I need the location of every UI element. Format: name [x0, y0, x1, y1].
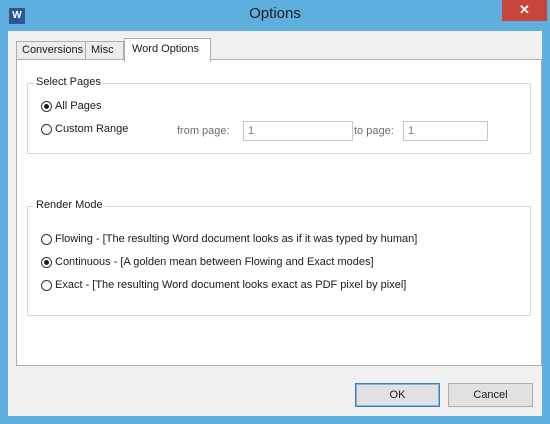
render-mode-group: Render Mode Flowing - [The resulting Wor… [27, 199, 531, 316]
cancel-button[interactable]: Cancel [448, 383, 533, 407]
continuous-option[interactable]: Continuous - [A golden mean between Flow… [41, 256, 374, 268]
all-pages-option[interactable]: All Pages [41, 100, 101, 112]
close-button[interactable]: ✕ [502, 0, 547, 21]
custom-range-option[interactable]: Custom Range [41, 123, 128, 135]
continuous-radio[interactable] [41, 256, 52, 268]
to-page-field[interactable]: 1 [403, 121, 488, 141]
window-title: Options [249, 5, 301, 22]
flowing-radio[interactable] [41, 233, 52, 245]
ok-button[interactable]: OK [355, 383, 440, 407]
render-mode-label: Render Mode [34, 199, 105, 211]
all-pages-radio[interactable] [41, 100, 52, 112]
tab-misc[interactable]: Misc [85, 41, 124, 60]
from-page-field[interactable]: 1 [243, 121, 353, 141]
options-dialog: W Options ✕ Conversions Misc Word Option… [0, 0, 550, 424]
tab-word-options[interactable]: Word Options [124, 38, 211, 62]
from-page-label: from page: [177, 125, 230, 137]
to-page-label: to page: [354, 125, 394, 137]
select-pages-label: Select Pages [34, 76, 103, 88]
tab-conversions[interactable]: Conversions [16, 41, 86, 60]
word-options-panel: Select Pages All Pages Custom Range from… [16, 59, 542, 366]
dialog-client-area: Conversions Misc Word Options Select Pag… [8, 31, 542, 416]
flowing-option[interactable]: Flowing - [The resulting Word document l… [41, 233, 417, 245]
flowing-label: Flowing - [The resulting Word document l… [55, 233, 418, 245]
exact-radio[interactable] [41, 279, 52, 291]
custom-range-radio[interactable] [41, 123, 52, 135]
all-pages-label: All Pages [55, 100, 102, 112]
title-bar[interactable]: W Options ✕ [0, 0, 550, 31]
continuous-label: Continuous - [A golden mean between Flow… [55, 256, 374, 268]
select-pages-group: Select Pages All Pages Custom Range from… [27, 76, 531, 154]
exact-option[interactable]: Exact - [The resulting Word document loo… [41, 279, 406, 291]
exact-label: Exact - [The resulting Word document loo… [55, 279, 407, 291]
custom-range-label: Custom Range [55, 123, 129, 135]
